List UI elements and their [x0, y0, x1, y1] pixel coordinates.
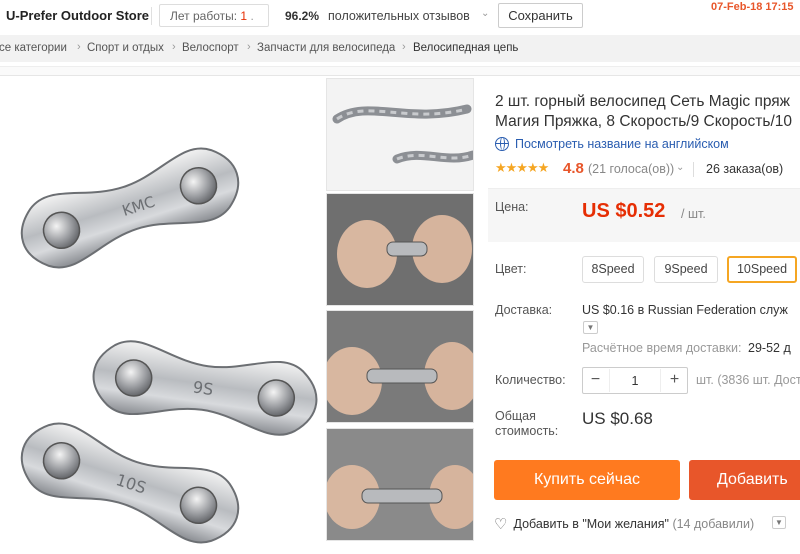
- breadcrumb-separator: ›: [172, 41, 176, 53]
- chevron-down-icon[interactable]: ▼: [583, 321, 598, 334]
- breadcrumb-all-categories[interactable]: се категории: [0, 42, 67, 54]
- delivery-estimate-value: 29-52 д: [748, 341, 791, 355]
- quantity-input[interactable]: [609, 369, 661, 392]
- breadcrumb-separator: ›: [77, 41, 81, 53]
- rating-value: 4.8: [563, 160, 584, 177]
- rating-row: ★★★★★ 4.8 (21 голоса(ов)) ⌄ 26 заказа(ов…: [495, 160, 800, 180]
- option-8speed[interactable]: 8Speed: [582, 256, 644, 283]
- option-10speed[interactable]: 10Speed: [727, 256, 797, 283]
- add-to-wishlist-link[interactable]: ♡ Добавить в "Мои желания" (14 добавили): [494, 515, 754, 533]
- quantity-increase-button[interactable]: +: [662, 368, 687, 393]
- price-unit: / шт.: [681, 207, 706, 221]
- quantity-decrease-button[interactable]: −: [583, 368, 608, 393]
- breadcrumb-separator: ›: [247, 41, 251, 53]
- store-header: U-Prefer Outdoor Store Лет работы: 1 . 9…: [0, 0, 800, 32]
- option-9speed[interactable]: 9Speed: [654, 256, 718, 283]
- thumbnail-4[interactable]: [326, 428, 474, 541]
- quantity-stepper: − +: [582, 367, 688, 394]
- votes-count[interactable]: (21 голоса(ов)): [588, 162, 674, 176]
- translate-title-link[interactable]: Посмотреть название на английском: [495, 137, 729, 151]
- chevron-down-icon[interactable]: ⌄: [481, 8, 489, 19]
- total-label: Общая: [495, 409, 536, 423]
- positive-feedback-label[interactable]: положительных отзывов: [328, 9, 470, 23]
- price-label: Цена:: [495, 200, 529, 214]
- stock-availability: шт. (3836 шт. Дост: [696, 373, 800, 387]
- divider: [693, 162, 694, 177]
- breadcrumb-bike-chain: Велосипедная цепь: [413, 42, 519, 54]
- thumbnail-3[interactable]: [326, 310, 474, 423]
- product-title: 2 шт. горный велосипед Сеть Magic пряж М…: [495, 92, 800, 132]
- store-name-link[interactable]: U-Prefer Outdoor Store: [6, 8, 149, 23]
- quantity-label: Количество:: [495, 373, 566, 387]
- total-value: US $0.68: [582, 409, 653, 428]
- thumbnail-2[interactable]: [326, 193, 474, 306]
- heart-plus-icon: ♡: [494, 516, 508, 533]
- store-years-badge: Лет работы: 1 .: [159, 4, 269, 27]
- add-to-cart-button[interactable]: Добавить: [689, 460, 800, 500]
- shipping-info[interactable]: US $0.16 в Russian Federation служ: [582, 303, 788, 317]
- breadcrumb-cycling[interactable]: Велоспорт: [182, 42, 239, 54]
- breadcrumb-bike-parts[interactable]: Запчасти для велосипеда: [257, 42, 395, 54]
- positive-feedback-percent: 96.2%: [285, 9, 320, 23]
- divider: [151, 7, 152, 25]
- thumbnail-1[interactable]: [326, 78, 474, 191]
- breadcrumb-separator: ›: [402, 41, 406, 53]
- section-divider: [0, 66, 800, 76]
- wishlist-count: (14 добавили): [672, 517, 755, 531]
- shipping-destination: в Russian Federation служ: [637, 303, 788, 317]
- link-label: 9S: [192, 377, 215, 399]
- globe-icon: [495, 137, 509, 151]
- product-title-line: Магия Пряжка, 8 Скорость/9 Скорость/10: [495, 113, 792, 130]
- translate-label: Посмотреть название на английском: [515, 137, 729, 151]
- rating-stars: ★★★★★: [495, 160, 549, 175]
- breadcrumb: се категории › Спорт и отдых › Велоспорт…: [0, 35, 800, 62]
- chevron-down-icon[interactable]: ▼: [772, 516, 786, 529]
- shipping-price: US $0.16: [582, 303, 635, 317]
- chevron-down-icon[interactable]: ⌄: [676, 162, 684, 173]
- buy-now-button[interactable]: Купить сейчас: [494, 460, 680, 500]
- delivery-estimate-label: Расчётное время доставки:: [582, 341, 742, 355]
- total-label: стоимость:: [495, 424, 559, 438]
- breadcrumb-sport[interactable]: Спорт и отдых: [87, 42, 164, 54]
- shipping-label: Доставка:: [495, 303, 553, 317]
- years-label: Лет работы:: [170, 9, 238, 23]
- price-value: US $0.52: [582, 200, 666, 222]
- chain-links-illustration: KMC 9S 10S: [20, 147, 318, 544]
- years-value: 1: [240, 9, 248, 23]
- save-store-button[interactable]: Сохранить: [498, 3, 583, 28]
- wishlist-label: Добавить в "Мои желания": [513, 517, 669, 531]
- orders-count: 26 заказа(ов): [706, 162, 784, 176]
- product-title-line: 2 шт. горный велосипед Сеть Magic пряж: [495, 93, 791, 110]
- main-product-image[interactable]: KMC 9S 10S: [0, 78, 320, 554]
- date-stamp: 07-Feb-18 17:15: [711, 1, 794, 13]
- color-label: Цвет:: [495, 262, 527, 276]
